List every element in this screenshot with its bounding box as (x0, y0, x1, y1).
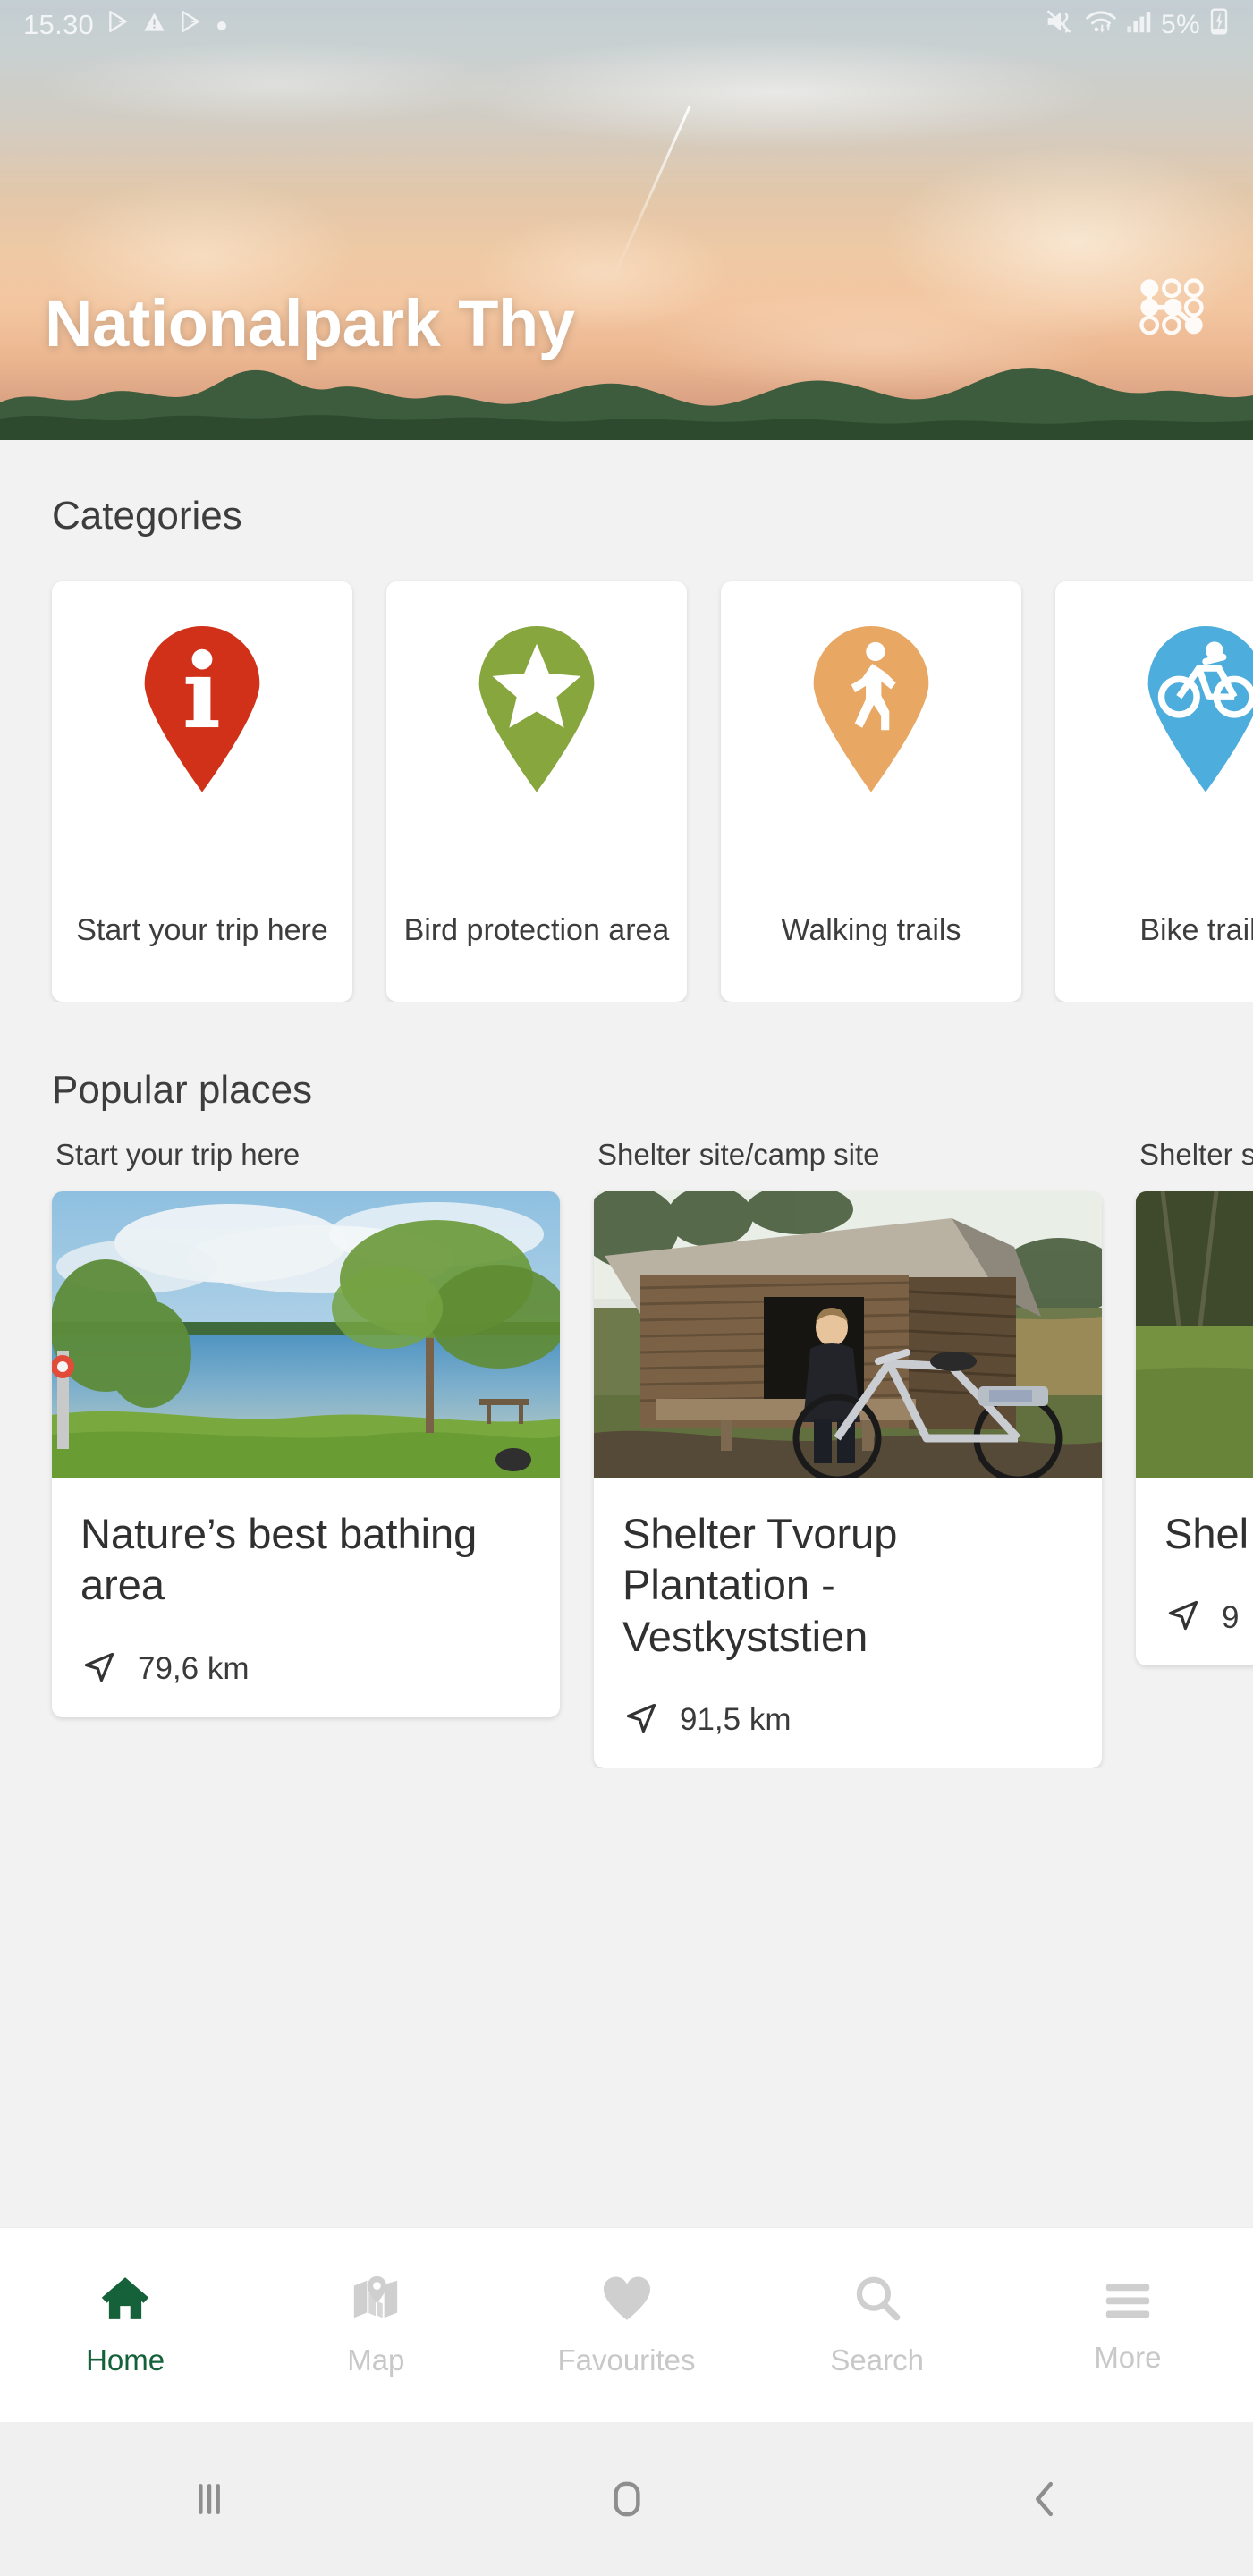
bike-pin-icon (1139, 626, 1253, 799)
nav-label: Home (86, 2343, 165, 2377)
back-chevron-icon[interactable] (991, 2463, 1098, 2535)
warning-triangle-icon (142, 10, 166, 41)
place-category-label: Shelter s (1139, 1138, 1253, 1171)
share-nodes-icon[interactable] (1133, 272, 1210, 340)
wifi-icon (1084, 8, 1118, 42)
home-icon (97, 2273, 153, 2329)
place-category-label: Shelter site/camp site (597, 1138, 880, 1171)
nav-label: Search (830, 2343, 924, 2377)
nav-label: Map (347, 2343, 405, 2377)
category-card-start-your-trip-here[interactable]: Start your trip here (52, 581, 352, 1002)
place-column: Start your trip here Nature’s best bathi… (52, 1113, 560, 1768)
place-card-body: Nature’s best bathing area 79,6 km (52, 1478, 560, 1717)
dot-icon (215, 10, 229, 40)
category-label: Bike trails (1139, 912, 1253, 947)
category-label: Walking trails (781, 912, 961, 947)
category-card-bike-trails[interactable]: Bike trails (1055, 581, 1253, 1002)
categories-carousel[interactable]: Start your trip here Bird protection are… (0, 538, 1253, 1002)
popular-places-carousel[interactable]: Start your trip here Nature’s best bathi… (0, 1113, 1253, 1768)
shelter-in-grass-photo (1136, 1191, 1253, 1478)
status-time: 15.30 (23, 9, 95, 40)
nav-item-favourites[interactable]: Favourites (501, 2273, 751, 2377)
content-scroll-area[interactable]: Categories Start your trip here Bird pro… (0, 440, 1253, 2227)
status-bar-left: 15.30 (23, 9, 229, 41)
log-shelter-with-bicycle-photo (594, 1191, 1102, 1478)
popular-places-heading: Popular places (52, 1068, 313, 1112)
page-title: Nationalpark Thy (45, 286, 575, 360)
play-triangle-icon (179, 9, 202, 41)
hamburger-icon (1102, 2275, 1154, 2326)
nav-label: More (1094, 2341, 1162, 2374)
walking-pin-icon (804, 626, 938, 799)
place-column: Shelter site/camp site Shelter Tvorup Pl… (594, 1113, 1102, 1768)
place-title: Shelter Tvorup Plantation - Vestkyststie… (622, 1510, 898, 1660)
navigation-arrow-icon (80, 1648, 118, 1690)
place-card[interactable]: Nature’s best bathing area 79,6 km (52, 1191, 560, 1717)
header-hero: 15.30 5% Nationalpark Thy (0, 0, 1253, 440)
place-distance-row: 91,5 km (622, 1699, 1073, 1741)
category-card-bird-protection-area[interactable]: Bird protection area (386, 581, 687, 1002)
android-system-nav[interactable] (0, 2422, 1253, 2576)
place-category-label: Start your trip here (55, 1138, 301, 1171)
info-pin-icon (135, 626, 269, 799)
status-bar: 15.30 5% (0, 0, 1253, 50)
category-label: Bird protection area (403, 912, 670, 947)
place-distance: 91,5 km (680, 1702, 792, 1738)
heart-icon (600, 2273, 654, 2329)
categories-heading: Categories (52, 494, 242, 538)
place-column: Shelter s Shel 9 (1136, 1113, 1253, 1768)
recents-icon[interactable] (156, 2463, 263, 2535)
map-icon (350, 2273, 402, 2329)
lake-shore-photo (52, 1191, 560, 1478)
app-screen: 15.30 5% Nationalpark Thy Categories Sta… (0, 0, 1253, 2576)
nav-item-more[interactable]: More (1003, 2275, 1253, 2375)
mute-vibrate-icon (1046, 8, 1076, 42)
nav-label: Favourites (557, 2343, 696, 2377)
place-distance: 79,6 km (138, 1651, 250, 1687)
magnifier-icon (851, 2273, 903, 2329)
place-card[interactable]: Shel Plan 9 (1136, 1191, 1253, 1666)
signal-bars-icon (1126, 9, 1153, 41)
place-distance-row: 79,6 km (80, 1648, 531, 1690)
navigation-arrow-icon (1164, 1597, 1202, 1639)
category-card-walking-trails[interactable]: Walking trails (721, 581, 1021, 1002)
bottom-navigation-bar[interactable]: Home Map Favourites Search More (0, 2227, 1253, 2422)
nav-item-home[interactable]: Home (0, 2273, 250, 2377)
place-distance-row: 9 (1164, 1597, 1253, 1639)
place-card-body: Shel Plan 9 (1136, 1478, 1253, 1665)
battery-charging-icon (1208, 7, 1230, 43)
home-square-icon[interactable] (573, 2463, 681, 2535)
place-distance: 9 (1222, 1599, 1240, 1635)
place-card-body: Shelter Tvorup Plantation - Vestkyststie… (594, 1478, 1102, 1768)
navigation-arrow-icon (622, 1699, 660, 1741)
battery-percent: 5% (1161, 10, 1200, 39)
nav-item-map[interactable]: Map (250, 2273, 501, 2377)
place-title: Shel Plan (1164, 1510, 1253, 1557)
place-card[interactable]: Shelter Tvorup Plantation - Vestkyststie… (594, 1191, 1102, 1768)
star-pin-icon (470, 626, 604, 799)
nav-item-search[interactable]: Search (752, 2273, 1003, 2377)
place-title: Nature’s best bathing area (80, 1510, 478, 1609)
category-label: Start your trip here (76, 912, 328, 947)
play-triangle-icon (106, 9, 130, 41)
status-bar-right: 5% (1046, 7, 1230, 43)
